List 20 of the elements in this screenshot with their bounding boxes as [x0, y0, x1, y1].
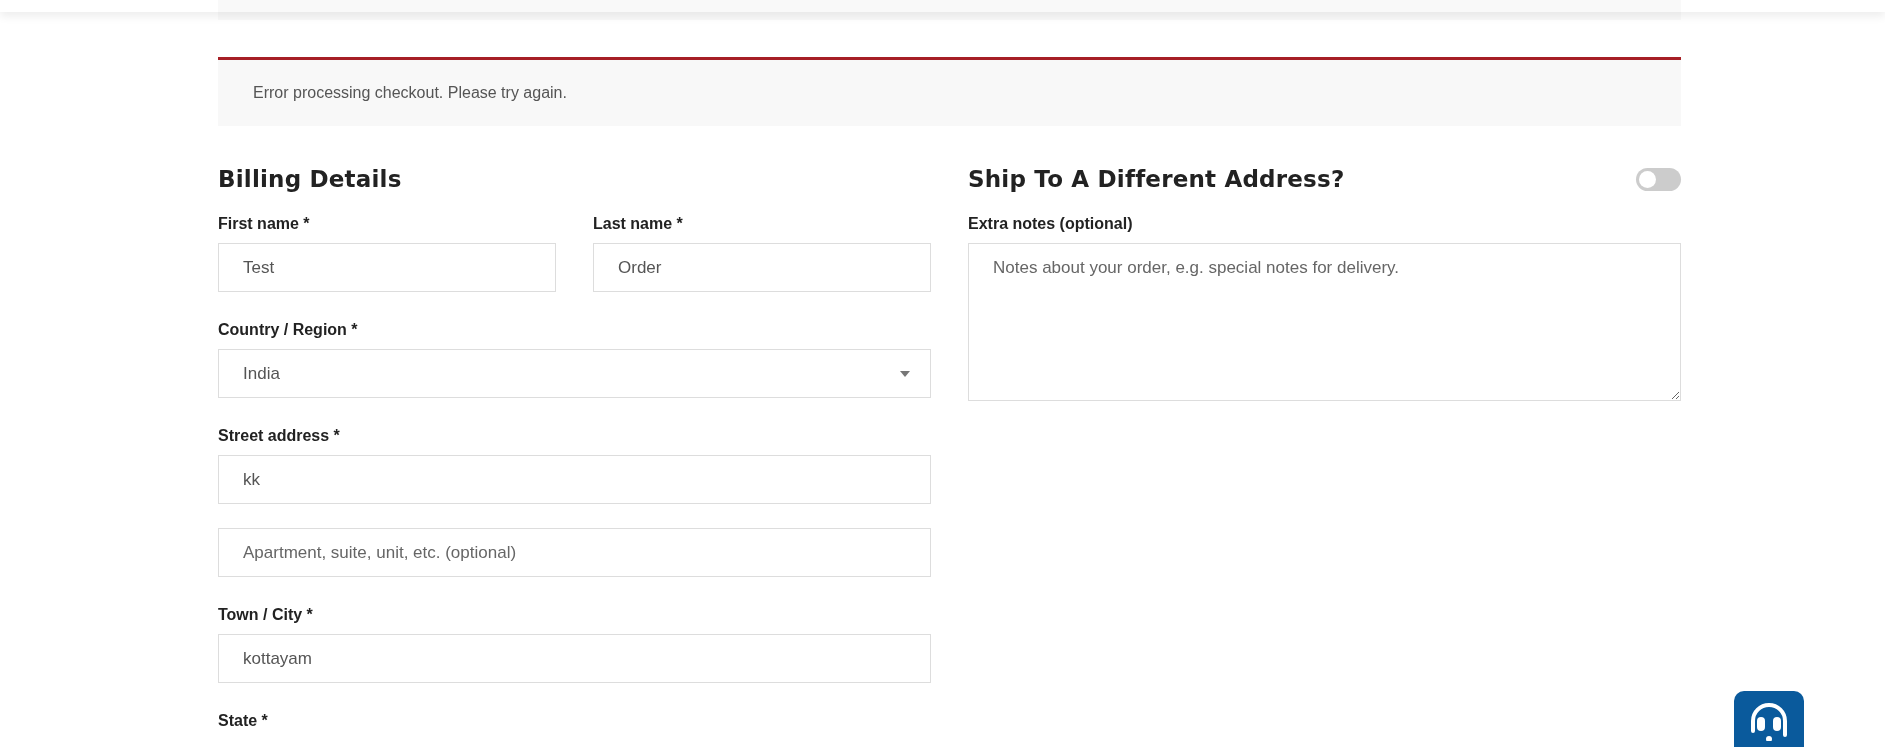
input-field[interactable]: kottayam	[218, 634, 931, 683]
support-chat-button[interactable]	[1734, 691, 1804, 747]
caret-icon	[900, 370, 910, 377]
input-field[interactable]: Apartment, suite, unit, etc. (optional)	[218, 528, 931, 577]
field-label: Country / Region *	[218, 320, 359, 340]
field-label: State *	[218, 711, 269, 731]
toggle-switch[interactable]	[1636, 167, 1681, 191]
error-message: Error processing checkout. Please try again.	[253, 84, 567, 102]
field-label: Last name *	[593, 214, 684, 234]
field-label: Town / City *	[218, 605, 314, 625]
input-field[interactable]: Order	[593, 243, 931, 292]
section-heading: Ship To A Different Address?	[968, 165, 1345, 194]
country-select[interactable]: India	[218, 349, 931, 398]
field-label: Street address *	[218, 426, 341, 446]
notes-field[interactable]: Notes about your order, e.g. special notes for delivery.	[968, 243, 1681, 401]
section-heading: Billing Details	[218, 165, 403, 194]
field-label: Extra notes (optional)	[968, 214, 1134, 234]
input-field[interactable]: Test	[218, 243, 556, 292]
input-field[interactable]: kk	[218, 455, 931, 504]
field-label: First name *	[218, 214, 311, 234]
